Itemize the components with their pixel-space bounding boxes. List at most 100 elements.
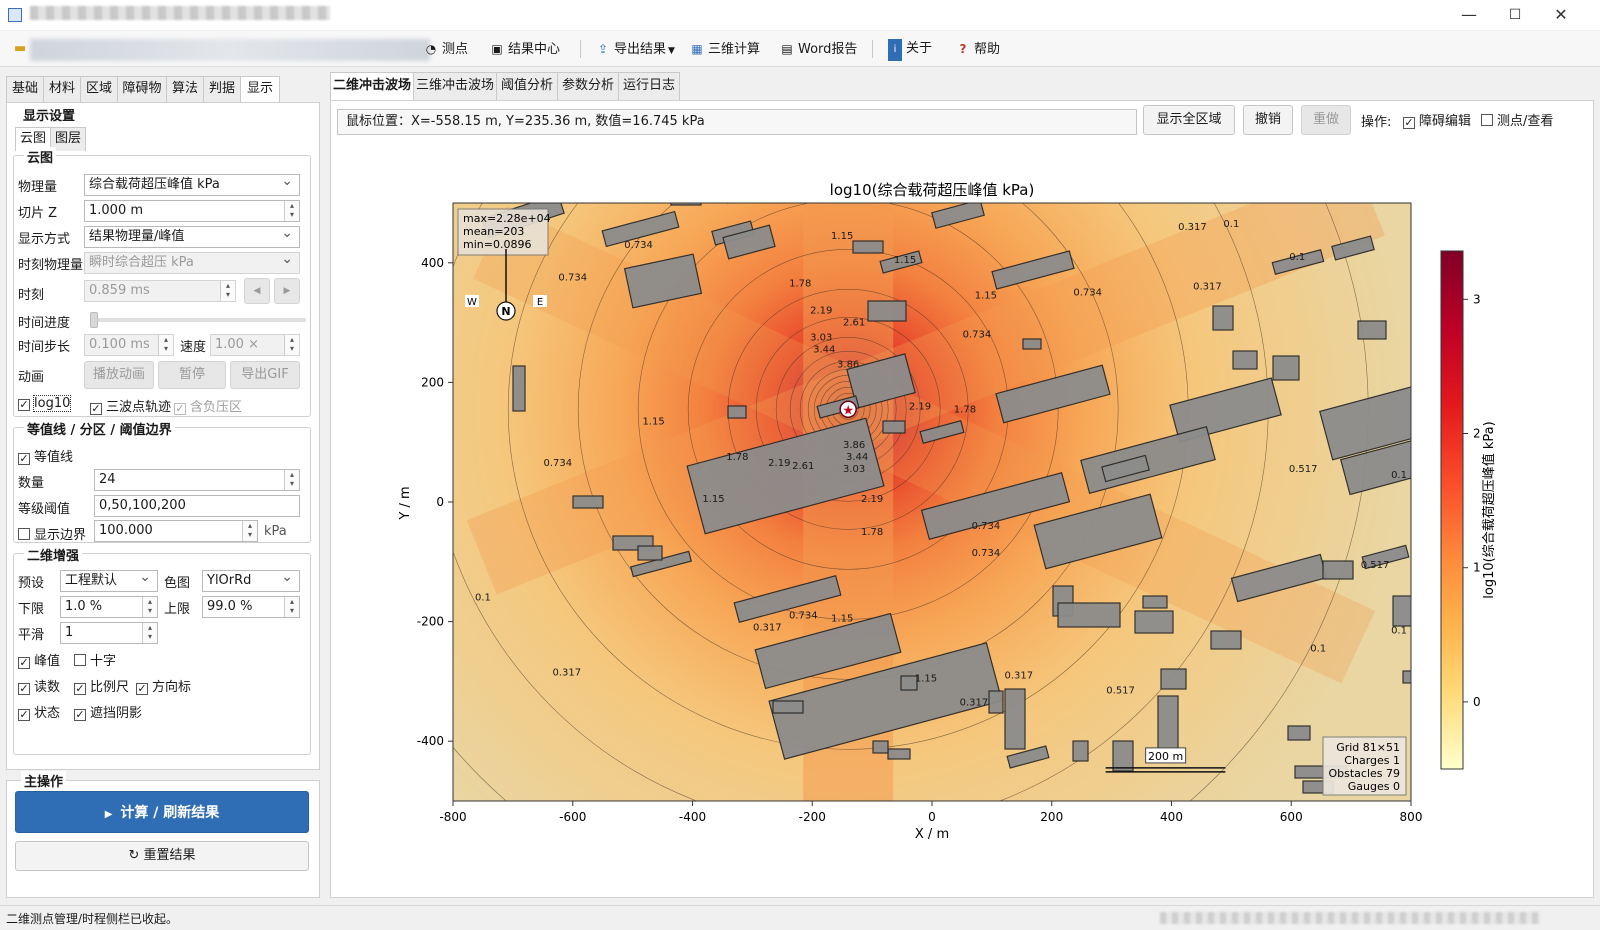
- smooth-input[interactable]: 1: [60, 622, 158, 644]
- tab-basic[interactable]: 基础: [6, 76, 44, 102]
- contour-label: 0.734: [789, 611, 818, 622]
- play-animation-button[interactable]: 播放动画: [84, 361, 154, 389]
- obstacle-building: [1232, 350, 1258, 370]
- gauge-button[interactable]: ◔ 测点: [424, 38, 468, 60]
- y-tick-label: 200: [421, 375, 444, 389]
- tab-parameter[interactable]: 参数分析: [557, 72, 619, 100]
- display-mode-select[interactable]: 结果物理量/峰值: [84, 226, 300, 248]
- folder-icon[interactable]: ▬: [14, 38, 26, 60]
- minimize-icon[interactable]: —: [1446, 2, 1492, 28]
- tab-threshold[interactable]: 阈值分析: [496, 72, 558, 100]
- scale-bar-checkbox[interactable]: ✓ 比例尺: [74, 676, 129, 695]
- contour-label: 0.1: [1289, 252, 1305, 263]
- blast-field-chart[interactable]: 3.863.443.032.612.191.781.151.151.150.73…: [331, 141, 1595, 899]
- pause-button[interactable]: 暂停: [158, 361, 226, 389]
- y-axis-ticks: 400 200 0 -200 -400: [417, 256, 453, 748]
- contour-enable-checkbox[interactable]: ✓ 等值线: [18, 446, 73, 465]
- obstacle-building: [1134, 610, 1174, 634]
- info-line: Gauges 0: [1348, 780, 1400, 793]
- tab-3d-field[interactable]: 三维冲击波场: [413, 72, 497, 100]
- prev-frame-button[interactable]: ◀: [244, 278, 270, 304]
- obstacle-building: [1072, 740, 1089, 762]
- time-label: 时刻: [18, 288, 45, 303]
- export-gif-button[interactable]: 导出GIF: [230, 361, 300, 389]
- quantity-select[interactable]: 综合载荷超压峰值 kPa: [84, 174, 300, 196]
- time-input[interactable]: 0.859 ms: [84, 280, 236, 302]
- shadow-checkbox[interactable]: ✓ 遮挡阴影: [74, 702, 142, 721]
- colormap-select[interactable]: YlOrRd: [202, 570, 300, 592]
- slice-z-input[interactable]: 1.000 m: [84, 200, 300, 222]
- levels-input[interactable]: 0,50,100,200: [94, 495, 300, 517]
- time-progress-label: 时间进度: [18, 316, 71, 331]
- tab-log[interactable]: 运行日志: [618, 72, 680, 100]
- next-frame-button[interactable]: ▶: [274, 278, 300, 304]
- 3d-icon: ▦: [691, 42, 703, 56]
- status-redacted: [1160, 912, 1540, 924]
- tab-2d-field[interactable]: 二维冲击波场: [330, 72, 414, 100]
- contour-label: 1.78: [954, 404, 976, 415]
- log10-checkbox[interactable]: ✓ log10: [18, 395, 72, 412]
- tab-obstacle[interactable]: 障碍物: [117, 76, 167, 102]
- compass-north-label: N: [501, 305, 510, 318]
- maximize-icon[interactable]: ☐: [1492, 2, 1538, 28]
- tab-material[interactable]: 材料: [43, 76, 81, 102]
- result-center-button[interactable]: ▣ 结果中心: [490, 38, 560, 60]
- crosshair-checkbox[interactable]: 十字: [74, 650, 116, 669]
- animation-label: 动画: [18, 370, 45, 385]
- lower-limit-label: 下限: [18, 602, 45, 617]
- contour-label: 3.44: [813, 345, 835, 356]
- boundary-input[interactable]: 100.000: [94, 520, 258, 542]
- instant-quantity-select[interactable]: 瞬时综合超压 kPa: [84, 252, 300, 274]
- window-title-redacted: [30, 6, 330, 20]
- time-step-label: 时间步长: [18, 340, 71, 355]
- word-report-button[interactable]: ▤ Word报告: [780, 38, 857, 60]
- preset-select[interactable]: 工程默认: [60, 570, 158, 592]
- triple-point-checkbox[interactable]: ✓ 三波点轨迹: [90, 396, 171, 415]
- run-refresh-button[interactable]: ▶ 计算 / 刷新结果: [15, 791, 309, 833]
- tab-criteria[interactable]: 判据: [203, 76, 241, 102]
- status-checkbox[interactable]: ✓ 状态: [18, 702, 60, 721]
- time-progress-slider[interactable]: [90, 312, 306, 328]
- toolbar-separator: [580, 40, 581, 58]
- tab-region[interactable]: 区域: [80, 76, 118, 102]
- export-results-button[interactable]: ⇪ 导出结果 ▼: [596, 38, 675, 60]
- contour-label: 0.734: [1073, 288, 1102, 299]
- contour-label: 1.15: [894, 255, 916, 266]
- contour-label: 0.734: [972, 548, 1001, 559]
- about-button[interactable]: i 关于: [888, 38, 932, 61]
- contour-label: 2.19: [861, 494, 883, 505]
- gauge-view-checkbox[interactable]: 测点/查看: [1481, 110, 1553, 129]
- show-all-button[interactable]: 显示全区域: [1143, 105, 1235, 135]
- speed-input[interactable]: 1.00 ×: [210, 334, 300, 356]
- count-input[interactable]: 24: [94, 469, 300, 491]
- help-button[interactable]: ? 帮助: [956, 38, 1001, 60]
- contour-label: 1.15: [831, 614, 853, 625]
- obstacle-building: [727, 405, 747, 419]
- slider-thumb[interactable]: [90, 312, 98, 328]
- undo-button[interactable]: 撤销: [1243, 105, 1293, 135]
- redo-button[interactable]: 重做: [1301, 105, 1351, 135]
- contour-label: 0.1: [1223, 219, 1239, 230]
- 3d-compute-button[interactable]: ▦ 三维计算: [690, 38, 760, 60]
- upper-limit-input[interactable]: 99.0 %: [202, 596, 300, 618]
- obstacle-edit-checkbox[interactable]: ✓ 障碍编辑: [1403, 110, 1471, 129]
- dropdown-arrow-icon: ▼: [668, 46, 675, 56]
- contour-label: 3.86: [843, 440, 865, 451]
- close-icon[interactable]: ✕: [1538, 2, 1584, 28]
- boundary-checkbox[interactable]: 显示边界: [18, 524, 86, 543]
- contour-label: 0.317: [753, 623, 782, 634]
- peak-checkbox[interactable]: ✓ 峰值: [18, 650, 60, 669]
- checkmark-icon: ✓: [18, 452, 30, 465]
- reset-results-button[interactable]: ↻ 重置结果: [15, 841, 309, 871]
- lower-limit-input[interactable]: 1.0 %: [60, 596, 158, 618]
- time-step-input[interactable]: 0.100 ms: [84, 334, 174, 356]
- tab-algorithm[interactable]: 算法: [166, 76, 204, 102]
- toolbar-separator: [872, 40, 873, 58]
- tab-display[interactable]: 显示: [240, 76, 280, 104]
- obstacle-building: [1402, 670, 1411, 684]
- compass-west-label: W: [467, 297, 477, 308]
- negative-pressure-checkbox[interactable]: ✓ 含负压区: [174, 396, 242, 415]
- compass-checkbox[interactable]: ✓ 方向标: [136, 676, 191, 695]
- obstacle-building: [637, 545, 663, 561]
- readout-checkbox[interactable]: ✓ 读数: [18, 676, 60, 695]
